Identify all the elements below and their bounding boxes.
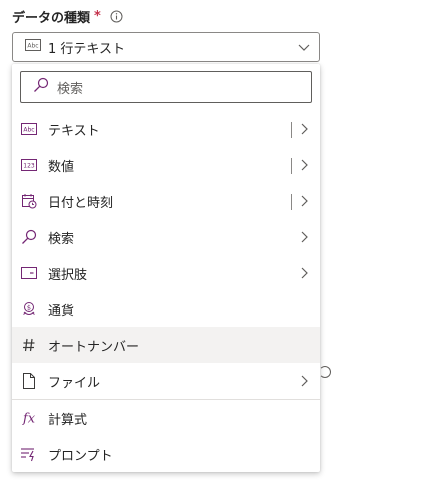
- menu-item-prompt[interactable]: プロンプト: [12, 436, 320, 472]
- file-icon: [19, 371, 39, 391]
- menu-item-label: 選択肢: [48, 267, 88, 283]
- search-icon: [19, 227, 39, 247]
- separator: [291, 194, 292, 210]
- menu-item-formula[interactable]: fx 計算式: [12, 400, 320, 436]
- menu-item-number[interactable]: 123 数値: [12, 147, 320, 183]
- svg-text:123: 123: [23, 163, 35, 170]
- prompt-icon: [19, 444, 39, 464]
- menu-item-file[interactable]: ファイル: [12, 363, 320, 399]
- number-123-icon: 123: [19, 155, 39, 175]
- menu-item-label: 通貨: [48, 303, 75, 319]
- menu-item-currency[interactable]: $ 通貨: [12, 291, 320, 327]
- menu-item-label: 日付と時刻: [48, 195, 114, 211]
- required-asterisk: *: [94, 8, 101, 24]
- formula-fx-icon: fx: [19, 408, 39, 428]
- menu-item-label: オートナンバー: [48, 339, 140, 355]
- separator: [291, 122, 292, 138]
- svg-text:Abc: Abc: [27, 43, 38, 50]
- chevron-right-icon: [297, 266, 311, 284]
- chevron-right-icon: [297, 158, 311, 176]
- data-type-select[interactable]: Abc 1 行テキスト: [12, 32, 320, 62]
- data-type-dropdown: 検索 Abc テキスト 123 数値 日付と時刻 検索 選択肢 $ 通貨 オート…: [12, 64, 320, 472]
- search-placeholder: 検索: [57, 81, 84, 97]
- svg-text:fx: fx: [22, 412, 36, 427]
- svg-text:$: $: [27, 303, 31, 311]
- menu-item-label: ファイル: [48, 375, 101, 391]
- currency-icon: $: [19, 299, 39, 319]
- menu-item-choice[interactable]: 選択肢: [12, 255, 320, 291]
- menu-item-label: 検索: [48, 231, 75, 247]
- hash-icon: [19, 335, 39, 355]
- menu-item-label: テキスト: [48, 123, 100, 139]
- menu-item-lookup[interactable]: 検索: [12, 219, 320, 255]
- separator: [291, 158, 292, 174]
- chevron-right-icon: [297, 122, 311, 140]
- menu-item-label: 数値: [48, 159, 75, 175]
- chevron-down-icon: [297, 40, 311, 58]
- calendar-clock-icon: [19, 191, 39, 211]
- data-type-select-value: 1 行テキスト: [48, 41, 126, 57]
- text-abc-icon: Abc: [19, 119, 39, 139]
- menu-item-label: 計算式: [48, 412, 88, 428]
- info-icon[interactable]: [110, 10, 123, 23]
- choice-icon: [19, 263, 39, 283]
- menu-item-label: プロンプト: [48, 448, 113, 464]
- chevron-right-icon: [297, 230, 311, 248]
- menu-item-text[interactable]: Abc テキスト: [12, 111, 320, 147]
- menu-item-autonumber[interactable]: オートナンバー: [12, 327, 320, 363]
- data-type-label-text: データの種類: [12, 10, 91, 26]
- chevron-right-icon: [297, 194, 311, 212]
- dropdown-search-input[interactable]: 検索: [20, 71, 312, 103]
- background-info-icon: [319, 366, 331, 378]
- data-type-label: データの種類 *: [12, 7, 123, 26]
- search-icon: [33, 77, 49, 97]
- chevron-right-icon: [297, 374, 311, 392]
- menu-item-datetime[interactable]: 日付と時刻: [12, 183, 320, 219]
- svg-text:Abc: Abc: [23, 127, 34, 134]
- text-abc-icon: Abc: [25, 39, 41, 55]
